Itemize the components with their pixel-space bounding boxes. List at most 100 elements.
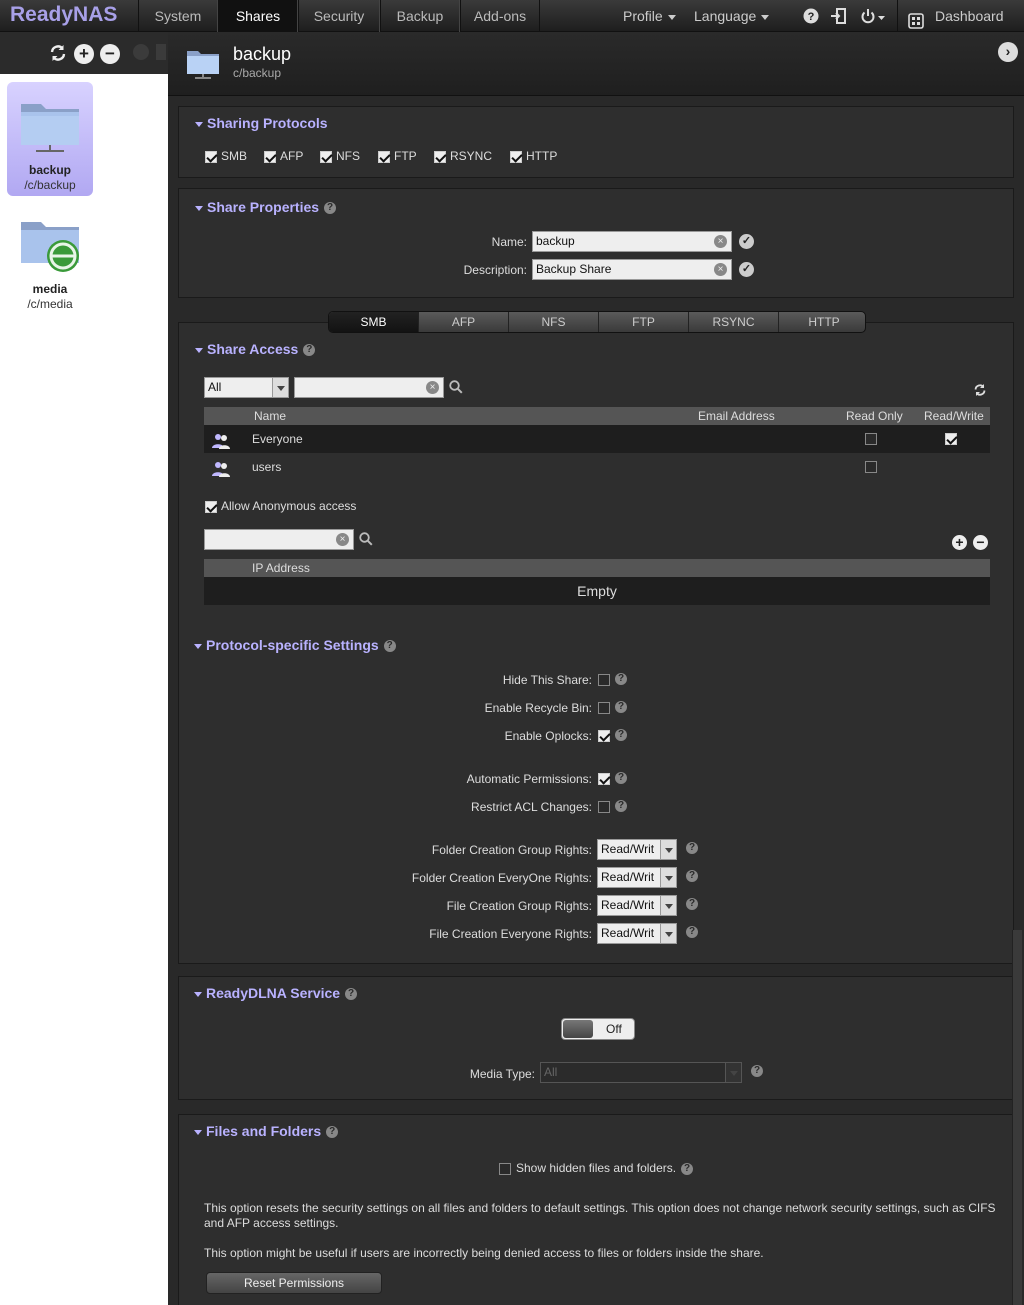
help-icon[interactable]: ? xyxy=(303,344,316,357)
checkbox[interactable] xyxy=(264,150,276,163)
hide-share-checkbox[interactable] xyxy=(598,674,610,686)
protocol-rsync[interactable]: RSYNC xyxy=(434,149,492,163)
nav-tab-addons[interactable]: Add-ons xyxy=(460,0,540,32)
name-input[interactable]: backup xyxy=(532,231,732,252)
oplocks-checkbox[interactable] xyxy=(598,730,610,742)
help-icon[interactable]: ? xyxy=(615,800,627,812)
help-icon[interactable]: ? xyxy=(803,8,819,24)
nav-tab-shares[interactable]: Shares xyxy=(218,0,298,32)
section-title[interactable]: ReadyDLNA Service? xyxy=(194,985,358,1001)
section-title[interactable]: Protocol-specific Settings? xyxy=(194,637,396,653)
help-icon[interactable]: ? xyxy=(686,898,698,910)
anonymous-access[interactable]: Allow Anonymous access xyxy=(205,499,356,513)
protocol-afp[interactable]: AFP xyxy=(264,149,303,163)
checkbox[interactable] xyxy=(499,1162,511,1175)
folder-group-rights-select[interactable]: Read/Writ xyxy=(597,839,677,860)
tab-ftp[interactable]: FTP xyxy=(599,312,689,332)
help-icon[interactable]: ? xyxy=(383,640,396,653)
share-item-backup[interactable]: backup /c/backup xyxy=(7,82,93,196)
section-title[interactable]: Share Properties? xyxy=(195,199,337,215)
nav-tab-security[interactable]: Security xyxy=(298,0,380,32)
table-row[interactable]: users xyxy=(204,453,990,481)
search-icon[interactable] xyxy=(449,380,463,394)
protocol-http[interactable]: HTTP xyxy=(510,149,557,163)
checkbox[interactable] xyxy=(378,150,390,163)
checkbox[interactable] xyxy=(205,500,217,513)
checkbox[interactable] xyxy=(510,150,522,163)
column-name[interactable]: Name xyxy=(254,407,286,425)
clear-icon[interactable]: × xyxy=(336,533,349,546)
section-title[interactable]: Files and Folders? xyxy=(194,1123,339,1139)
language-menu[interactable]: Language xyxy=(694,0,770,32)
help-icon[interactable]: ? xyxy=(345,988,358,1001)
help-icon[interactable]: ? xyxy=(751,1065,763,1077)
section-title[interactable]: Sharing Protocols xyxy=(195,115,328,131)
access-search-input[interactable] xyxy=(294,377,444,398)
help-icon[interactable]: ? xyxy=(615,772,627,784)
confirm-check-icon[interactable]: ✓ xyxy=(739,234,754,249)
help-icon[interactable]: ? xyxy=(686,870,698,882)
clear-icon[interactable]: × xyxy=(714,263,727,276)
tab-nfs[interactable]: NFS xyxy=(509,312,599,332)
column-email[interactable]: Email Address xyxy=(698,407,775,425)
dlna-toggle[interactable]: Off xyxy=(561,1018,635,1040)
tab-rsync[interactable]: RSYNC xyxy=(689,312,779,332)
search-icon[interactable] xyxy=(359,532,373,546)
help-icon[interactable]: ? xyxy=(686,842,698,854)
profile-menu[interactable]: Profile xyxy=(623,0,676,32)
next-arrow-button[interactable]: › xyxy=(998,42,1018,62)
help-icon[interactable]: ? xyxy=(615,673,627,685)
ip-search-input[interactable] xyxy=(204,529,354,550)
clear-icon[interactable]: × xyxy=(714,235,727,248)
remove-share-button[interactable]: − xyxy=(100,44,120,64)
dashboard-button[interactable]: Dashboard xyxy=(897,0,1024,32)
auto-permissions-checkbox[interactable] xyxy=(598,773,610,785)
reset-permissions-button[interactable]: Reset Permissions xyxy=(206,1272,382,1294)
read-only-checkbox[interactable] xyxy=(865,461,877,473)
add-ip-button[interactable]: + xyxy=(952,535,967,550)
file-group-rights-select[interactable]: Read/Writ xyxy=(597,895,677,916)
confirm-check-icon[interactable]: ✓ xyxy=(739,262,754,277)
help-icon[interactable]: ? xyxy=(615,729,627,741)
table-row[interactable]: Everyone xyxy=(204,425,990,453)
folder-everyone-rights-select[interactable]: Read/Writ xyxy=(597,867,677,888)
checkbox[interactable] xyxy=(205,150,217,163)
add-share-button[interactable]: + xyxy=(74,44,94,64)
tab-http[interactable]: HTTP xyxy=(779,312,865,332)
checkbox[interactable] xyxy=(320,150,332,163)
protocol-smb[interactable]: SMB xyxy=(205,149,247,163)
refresh-icon[interactable] xyxy=(48,43,68,63)
show-hidden-option[interactable]: Show hidden files and folders.? xyxy=(499,1161,694,1175)
access-filter-select[interactable]: All xyxy=(204,377,289,398)
tab-afp[interactable]: AFP xyxy=(419,312,509,332)
help-icon[interactable]: ? xyxy=(686,926,698,938)
checkbox[interactable] xyxy=(434,150,446,163)
media-type-select[interactable]: All xyxy=(540,1062,742,1083)
refresh-icon[interactable] xyxy=(973,383,987,397)
column-read-only[interactable]: Read Only xyxy=(846,407,903,425)
description-input[interactable]: Backup Share xyxy=(532,259,732,280)
protocol-ftp[interactable]: FTP xyxy=(378,149,417,163)
help-icon[interactable]: ? xyxy=(615,701,627,713)
help-icon[interactable]: ? xyxy=(681,1162,694,1175)
power-menu[interactable] xyxy=(860,8,888,24)
file-everyone-rights-select[interactable]: Read/Writ xyxy=(597,923,677,944)
column-ip[interactable]: IP Address xyxy=(252,559,310,577)
logout-icon[interactable] xyxy=(830,8,846,24)
help-icon[interactable]: ? xyxy=(324,202,337,215)
recycle-bin-checkbox[interactable] xyxy=(598,702,610,714)
read-only-checkbox[interactable] xyxy=(865,433,877,445)
scrollbar[interactable] xyxy=(1012,930,1022,1305)
nav-tab-backup[interactable]: Backup xyxy=(380,0,460,32)
section-title[interactable]: Share Access? xyxy=(195,341,316,357)
help-icon[interactable]: ? xyxy=(326,1126,339,1139)
read-write-checkbox[interactable] xyxy=(945,433,957,445)
clear-icon[interactable]: × xyxy=(426,381,439,394)
column-read-write[interactable]: Read/Write xyxy=(924,407,984,425)
nav-tab-system[interactable]: System xyxy=(138,0,218,32)
protocol-nfs[interactable]: NFS xyxy=(320,149,360,163)
restrict-acl-checkbox[interactable] xyxy=(598,801,610,813)
remove-ip-button[interactable]: − xyxy=(973,535,988,550)
share-item-media[interactable]: media /c/media xyxy=(7,204,93,318)
tab-smb[interactable]: SMB xyxy=(329,312,419,332)
